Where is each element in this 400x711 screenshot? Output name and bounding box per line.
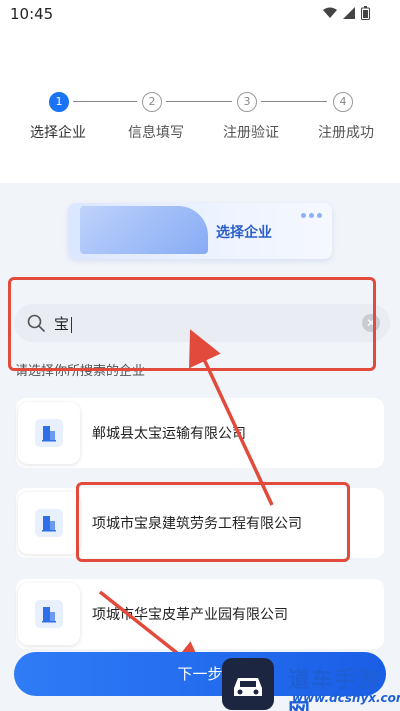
step-4-label: 注册成功 <box>318 125 374 141</box>
step-1-indicator: 1 <box>49 92 69 112</box>
signal-icon <box>343 7 355 19</box>
company-name: 郸城县太宝运输有限公司 <box>92 426 246 442</box>
watermark-logo <box>222 658 274 710</box>
company-list-item[interactable]: 郸城县太宝运输有限公司 <box>16 398 384 468</box>
step-2-indicator: 2 <box>142 92 162 112</box>
company-icon <box>18 583 80 645</box>
company-icon <box>18 492 80 554</box>
step-3-indicator: 3 <box>237 92 257 112</box>
wifi-icon <box>323 7 337 18</box>
step-connector <box>261 101 327 102</box>
banner-title: 选择企业 <box>216 225 272 241</box>
car-icon <box>234 678 262 696</box>
step-4-indicator: 4 <box>333 92 353 112</box>
step-3-label: 注册验证 <box>223 125 279 141</box>
watermark-url: www.dcshyx.com <box>292 691 400 705</box>
company-name: 项城市华宝皮革产业园有限公司 <box>92 607 288 623</box>
banner-dots <box>301 213 322 218</box>
banner-graphic <box>80 206 208 254</box>
step-1-label: 选择企业 <box>30 125 86 141</box>
company-highlight-box <box>76 482 350 562</box>
building-icon <box>42 516 56 532</box>
registration-steps: 1 2 3 4 选择企业 信息填写 注册验证 注册成功 <box>0 88 400 148</box>
status-icons <box>323 6 370 20</box>
select-company-banner: 选择企业 <box>68 203 332 259</box>
building-icon <box>42 607 56 623</box>
battery-icon <box>361 6 370 20</box>
site-watermark: 道车手游网 www.dcshyx.com <box>222 654 400 711</box>
step-connector <box>166 101 232 102</box>
search-highlight-box <box>8 277 376 371</box>
step-2-label: 信息填写 <box>128 125 184 141</box>
step-connector <box>73 101 137 102</box>
building-icon <box>42 426 56 442</box>
company-icon <box>18 402 80 464</box>
company-list-item[interactable]: 项城市华宝皮革产业园有限公司 <box>16 579 384 649</box>
status-bar: 10:45 <box>0 0 400 28</box>
status-time: 10:45 <box>10 5 54 23</box>
